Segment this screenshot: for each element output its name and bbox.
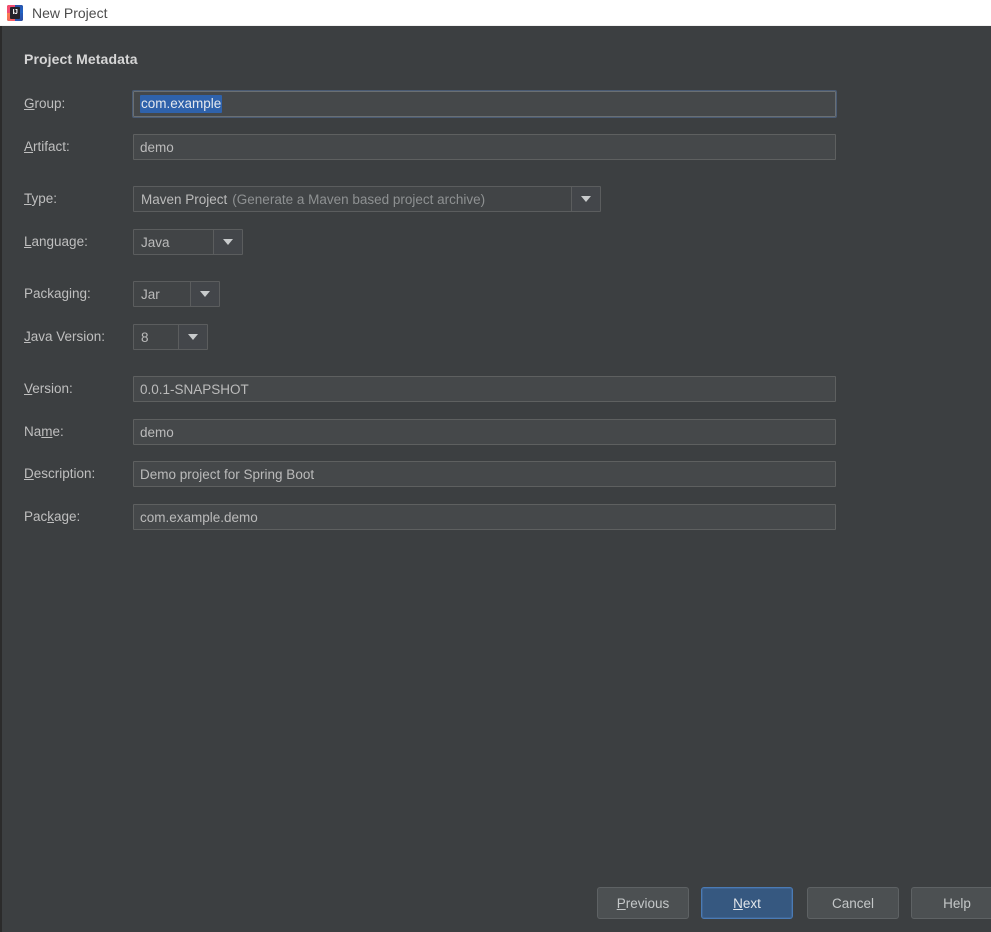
type-combobox-value: Maven Project (Generate a Maven based pr… bbox=[134, 187, 572, 211]
name-input-value: demo bbox=[140, 425, 174, 440]
dialog-button-bar: Previous Next Cancel Help bbox=[2, 887, 991, 927]
help-button[interactable]: Help bbox=[911, 887, 991, 919]
dialog-body: Project Metadata Group: com.example Arti… bbox=[0, 26, 991, 932]
artifact-label: Artifact: bbox=[24, 134, 70, 160]
next-button[interactable]: Next bbox=[701, 887, 793, 919]
group-label: Group: bbox=[24, 91, 65, 117]
artifact-input-value: demo bbox=[140, 140, 174, 155]
type-combobox[interactable]: Maven Project (Generate a Maven based pr… bbox=[133, 186, 601, 212]
version-input-value: 0.0.1-SNAPSHOT bbox=[140, 382, 249, 397]
name-label: Name: bbox=[24, 419, 64, 445]
group-input-value: com.example bbox=[140, 95, 222, 113]
chevron-down-icon[interactable] bbox=[214, 230, 242, 254]
group-input[interactable]: com.example bbox=[133, 91, 836, 117]
package-input-value: com.example.demo bbox=[140, 510, 258, 525]
packaging-label: Packaging: bbox=[24, 281, 91, 307]
packaging-combobox-value: Jar bbox=[134, 282, 191, 306]
language-label: Language: bbox=[24, 229, 88, 255]
type-value-hint: (Generate a Maven based project archive) bbox=[232, 192, 485, 207]
version-input[interactable]: 0.0.1-SNAPSHOT bbox=[133, 376, 836, 402]
intellij-idea-icon: IJ bbox=[7, 5, 23, 21]
description-label: Description: bbox=[24, 461, 95, 487]
previous-button[interactable]: Previous bbox=[597, 887, 689, 919]
packaging-combobox[interactable]: Jar bbox=[133, 281, 220, 307]
page-title: Project Metadata bbox=[24, 51, 138, 67]
window-title: New Project bbox=[32, 5, 107, 21]
new-project-dialog: IJ New Project Project Metadata Group: c… bbox=[0, 0, 991, 932]
package-label: Package: bbox=[24, 504, 80, 530]
artifact-input[interactable]: demo bbox=[133, 134, 836, 160]
java-version-combobox[interactable]: 8 bbox=[133, 324, 208, 350]
version-label: Version: bbox=[24, 376, 73, 402]
description-input[interactable]: Demo project for Spring Boot bbox=[133, 461, 836, 487]
cancel-button[interactable]: Cancel bbox=[807, 887, 899, 919]
type-label: Type: bbox=[24, 186, 57, 212]
intellij-icon-label: IJ bbox=[10, 7, 20, 19]
chevron-down-icon[interactable] bbox=[179, 325, 207, 349]
java-version-combobox-value: 8 bbox=[134, 325, 179, 349]
language-combobox[interactable]: Java bbox=[133, 229, 243, 255]
language-combobox-value: Java bbox=[134, 230, 214, 254]
name-input[interactable]: demo bbox=[133, 419, 836, 445]
chevron-down-icon[interactable] bbox=[572, 187, 600, 211]
chevron-down-icon[interactable] bbox=[191, 282, 219, 306]
description-input-value: Demo project for Spring Boot bbox=[140, 467, 314, 482]
title-bar: IJ New Project bbox=[0, 0, 991, 26]
type-value-main: Maven Project bbox=[141, 192, 227, 207]
java-version-label: Java Version: bbox=[24, 324, 105, 350]
package-input[interactable]: com.example.demo bbox=[133, 504, 836, 530]
